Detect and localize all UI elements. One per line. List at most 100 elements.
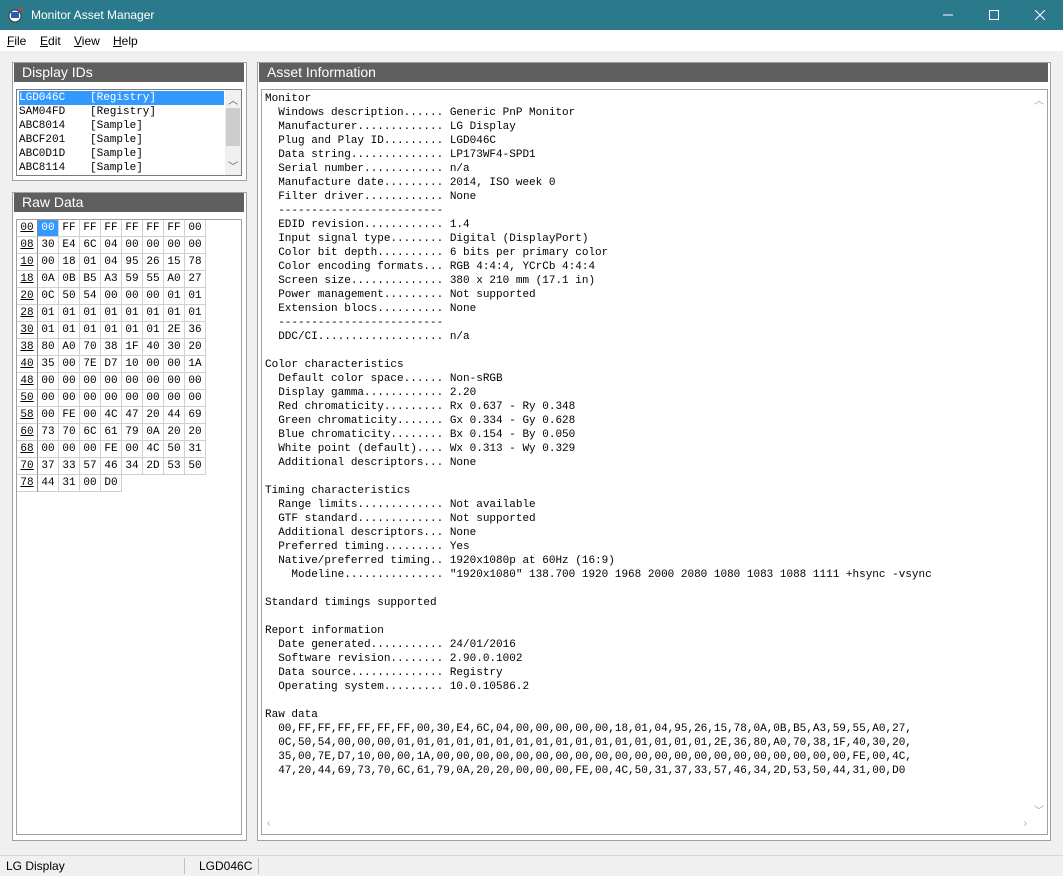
raw-data-byte[interactable]: FF [101,220,122,237]
menu-view[interactable]: View [74,34,100,48]
raw-data-byte[interactable]: 20 [143,407,164,424]
display-id-item[interactable]: ABC0D1D [Sample] [19,147,224,161]
scroll-up-icon[interactable]: ︿ [1034,92,1044,107]
raw-data-byte[interactable]: 00 [143,356,164,373]
raw-data-byte[interactable]: 00 [164,390,185,407]
raw-data-byte[interactable]: 04 [101,237,122,254]
raw-data-byte[interactable]: FF [143,220,164,237]
raw-data-byte[interactable]: 36 [185,322,206,339]
raw-data-offset[interactable]: 20 [17,288,38,305]
raw-data-byte[interactable]: 01 [122,305,143,322]
display-id-item[interactable]: LGD046C [Registry] [19,91,224,105]
menu-help[interactable]: Help [113,34,138,48]
raw-data-byte[interactable]: 50 [164,441,185,458]
raw-data-byte[interactable]: 00 [185,373,206,390]
close-button[interactable] [1017,0,1063,30]
raw-data-byte[interactable]: 00 [101,288,122,305]
raw-data-byte[interactable]: 00 [143,390,164,407]
raw-data-byte[interactable]: 18 [59,254,80,271]
raw-data-byte[interactable]: 61 [101,424,122,441]
raw-data-byte[interactable]: 15 [164,254,185,271]
raw-data-byte[interactable]: 00 [38,254,59,271]
raw-data-offset[interactable]: 48 [17,373,38,390]
raw-data-byte[interactable]: 00 [101,373,122,390]
raw-data-byte[interactable]: B5 [80,271,101,288]
raw-data-byte[interactable]: 26 [143,254,164,271]
raw-data-byte[interactable]: 00 [80,441,101,458]
raw-data-byte[interactable]: 1F [122,339,143,356]
raw-data-byte[interactable]: 00 [164,237,185,254]
raw-data-byte[interactable]: 00 [59,356,80,373]
raw-data-byte[interactable]: 00 [122,373,143,390]
raw-data-byte[interactable]: 7E [80,356,101,373]
raw-data-byte[interactable]: 27 [185,271,206,288]
raw-data-byte[interactable]: D7 [101,356,122,373]
raw-data-byte[interactable]: 00 [59,390,80,407]
raw-data-byte[interactable]: 47 [122,407,143,424]
raw-data-byte[interactable]: 53 [164,458,185,475]
scroll-down-icon[interactable]: ﹀ [228,158,238,173]
raw-data-byte[interactable]: 69 [185,407,206,424]
raw-data-grid[interactable]: 00 00 FF FF FF FF FF FF 00 08 30 E4 6C 04 00 00 00 00 10 00… [16,219,242,835]
raw-data-byte[interactable]: 01 [143,322,164,339]
raw-data-byte[interactable]: 00 [38,441,59,458]
raw-data-byte[interactable]: 0B [59,271,80,288]
raw-data-byte[interactable]: 01 [185,305,206,322]
display-ids-list[interactable]: LGD046C [Registry] SAM04FD [Registry] ABC801… [16,89,242,176]
raw-data-offset[interactable]: 10 [17,254,38,271]
raw-data-byte[interactable]: 70 [59,424,80,441]
asset-info-hscrollbar[interactable]: ‹ › [262,817,1032,834]
raw-data-byte[interactable]: 44 [38,475,59,492]
scroll-up-icon[interactable]: ︿ [228,92,238,107]
raw-data-byte[interactable]: 35 [38,356,59,373]
raw-data-byte[interactable]: 01 [38,322,59,339]
raw-data-byte[interactable]: 33 [59,458,80,475]
raw-data-offset[interactable]: 28 [17,305,38,322]
raw-data-offset[interactable]: 50 [17,390,38,407]
raw-data-byte[interactable]: 00 [164,356,185,373]
raw-data-byte[interactable]: A0 [164,271,185,288]
raw-data-offset[interactable]: 78 [17,475,38,492]
display-id-item[interactable]: SAM04FD [Registry] [19,105,224,119]
raw-data-byte[interactable]: 20 [185,424,206,441]
raw-data-byte[interactable]: E4 [59,237,80,254]
menu-file[interactable]: File [7,34,26,48]
display-id-item[interactable]: ABC8014 [Sample] [19,119,224,133]
raw-data-byte[interactable]: 4C [143,441,164,458]
raw-data-byte[interactable]: 50 [185,458,206,475]
raw-data-byte[interactable]: 01 [80,322,101,339]
raw-data-byte[interactable]: 00 [122,288,143,305]
raw-data-byte[interactable]: 00 [38,390,59,407]
raw-data-byte[interactable]: 2E [164,322,185,339]
raw-data-byte[interactable]: 1A [185,356,206,373]
raw-data-byte[interactable]: 30 [38,237,59,254]
raw-data-byte[interactable]: FF [80,220,101,237]
raw-data-byte[interactable]: 0A [38,271,59,288]
raw-data-byte[interactable]: 00 [185,390,206,407]
scroll-thumb[interactable] [226,108,240,146]
scroll-left-icon[interactable]: ‹ [267,818,270,829]
raw-data-byte[interactable]: A3 [101,271,122,288]
asset-info-vscrollbar[interactable]: ︿ ﹀ [1030,90,1047,819]
raw-data-byte[interactable]: 78 [185,254,206,271]
raw-data-byte[interactable]: 00 [164,373,185,390]
raw-data-byte[interactable]: FE [101,441,122,458]
raw-data-byte[interactable]: 00 [80,390,101,407]
asset-info-textbox[interactable]: Monitor Windows description...... Generi… [261,89,1048,835]
raw-data-byte[interactable]: 01 [59,305,80,322]
raw-data-offset[interactable]: 68 [17,441,38,458]
raw-data-byte[interactable]: 2D [143,458,164,475]
raw-data-byte[interactable]: D0 [101,475,122,492]
raw-data-byte[interactable]: 00 [122,390,143,407]
raw-data-byte[interactable]: 4C [101,407,122,424]
raw-data-byte[interactable]: 00 [59,441,80,458]
menu-edit[interactable]: Edit [40,34,61,48]
raw-data-offset[interactable]: 00 [17,220,38,237]
raw-data-byte[interactable]: 73 [38,424,59,441]
raw-data-byte[interactable]: 00 [143,288,164,305]
raw-data-byte[interactable]: 80 [38,339,59,356]
raw-data-byte[interactable]: 01 [80,254,101,271]
raw-data-byte[interactable]: 04 [101,254,122,271]
raw-data-byte[interactable]: A0 [59,339,80,356]
raw-data-byte[interactable]: 00 [38,220,59,237]
